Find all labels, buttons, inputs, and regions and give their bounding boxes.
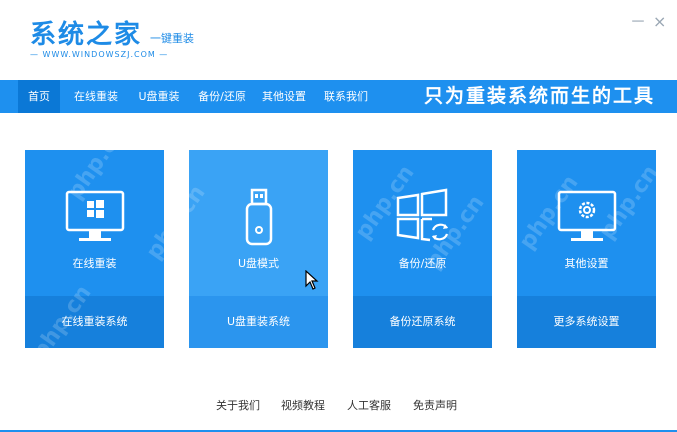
minimize-button[interactable]: －: [630, 14, 646, 30]
footer-link-customer-service[interactable]: 人工客服: [347, 397, 391, 413]
nav-item-backup-restore[interactable]: 备份/还原: [192, 80, 252, 113]
card-title: 在线重装: [72, 257, 117, 270]
monitor-gear-icon: [517, 188, 656, 254]
title-bar: 系统之家 一键重装 — WWW.WINDOWSZJ.COM — － ×: [0, 0, 677, 78]
footer-link-video-tutorials[interactable]: 视频教程: [281, 397, 325, 413]
nav-bar: 首页 在线重装 U盘重装 备份/还原 其他设置 联系我们 只为重装系统而生的工具: [0, 80, 677, 113]
card-footer-button[interactable]: 备份还原系统: [353, 296, 492, 348]
close-button[interactable]: ×: [653, 14, 666, 30]
card-footer-button[interactable]: 在线重装系统: [25, 296, 164, 348]
nav-item-usb-reinstall[interactable]: U盘重装: [131, 80, 187, 113]
card-title: 其他设置: [564, 257, 609, 270]
app-logo-url: — WWW.WINDOWSZJ.COM —: [30, 50, 169, 59]
card-footer-button[interactable]: U盘重装系统: [189, 296, 328, 348]
card-title: U盘模式: [237, 257, 280, 270]
app-logo-title: 系统之家: [30, 20, 143, 50]
nav-item-other-settings[interactable]: 其他设置: [256, 80, 312, 113]
card-backup-restore[interactable]: 备份/还原 备份还原系统 php.cn php.cn: [351, 150, 492, 348]
monitor-windows-icon: [25, 188, 164, 254]
card-other-settings[interactable]: 其他设置 更多系统设置 php.cn php.cn: [515, 150, 664, 348]
usb-drive-icon: [189, 188, 328, 254]
footer-link-disclaimer[interactable]: 免责声明: [413, 397, 457, 413]
footer-link-about-us[interactable]: 关于我们: [216, 397, 260, 413]
windows-restore-icon: [353, 188, 492, 254]
card-usb-mode[interactable]: U盘模式 U盘重装系统 php.cn: [142, 150, 328, 348]
card-title: 备份/还原: [398, 257, 447, 270]
mouse-cursor-icon: [305, 269, 319, 294]
nav-item-contact-us[interactable]: 联系我们: [318, 80, 374, 113]
nav-item-online-reinstall[interactable]: 在线重装: [68, 80, 124, 113]
nav-slogan: 只为重装系统而生的工具: [424, 85, 656, 107]
card-online-reinstall[interactable]: 在线重装 在线重装系统 php.cn php.cn: [25, 121, 164, 364]
nav-item-home[interactable]: 首页: [18, 80, 60, 113]
app-logo-subtitle: 一键重装: [150, 32, 194, 45]
card-footer-button[interactable]: 更多系统设置: [517, 296, 656, 348]
